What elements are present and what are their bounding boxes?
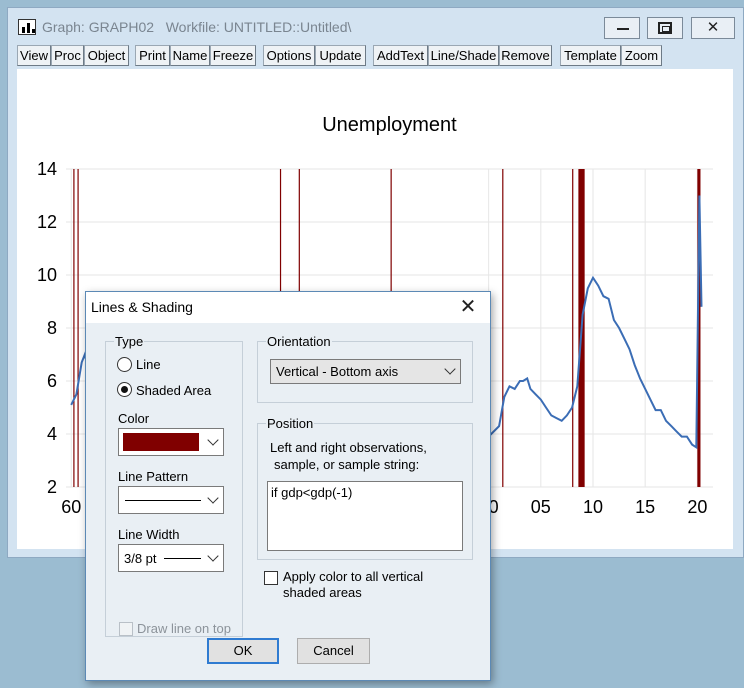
y-tick-label: 4 (47, 424, 57, 444)
ok-button[interactable]: OK (207, 638, 279, 664)
shaded-area-radio[interactable] (117, 382, 132, 397)
graph-toolbar: View Proc Object Print Name Freeze Optio… (17, 45, 737, 67)
x-tick-label: 10 (583, 497, 603, 517)
chevron-down-icon (444, 363, 456, 375)
color-select[interactable] (118, 428, 224, 456)
close-window-button[interactable]: ✕ (691, 17, 735, 39)
apply-all-label-line2: shaded areas (283, 585, 362, 600)
minimize-button[interactable] (604, 17, 640, 39)
type-group-label: Type (114, 334, 145, 349)
minimize-icon (617, 28, 629, 30)
dialog-body: Type Line Shaded Area Color Line Pattern… (86, 323, 490, 680)
line-width-value: 3/8 pt (124, 551, 157, 566)
draw-on-top-label: Draw line on top (137, 621, 231, 636)
dialog-title-bar[interactable]: Lines & Shading ✕ (86, 292, 490, 323)
position-input[interactable]: if gdp<gdp(-1) (267, 481, 463, 551)
dialog-close-button[interactable]: ✕ (448, 296, 488, 320)
orientation-value: Vertical - Bottom axis (276, 364, 399, 379)
maximize-button[interactable] (647, 17, 683, 39)
update-button[interactable]: Update (315, 45, 366, 66)
chevron-down-icon (207, 550, 219, 562)
recession-shade (572, 169, 574, 487)
chevron-down-icon (207, 492, 219, 504)
window-title: Graph: GRAPH02 Workfile: UNTITLED::Untit… (42, 19, 352, 35)
apply-all-label-line1: Apply color to all vertical (283, 569, 424, 584)
line-radio-label: Line (136, 357, 161, 372)
y-tick-label: 14 (37, 159, 57, 179)
view-button[interactable]: View (17, 45, 51, 66)
close-icon: ✕ (706, 19, 720, 36)
print-button[interactable]: Print (135, 45, 170, 66)
addtext-button[interactable]: AddText (373, 45, 428, 66)
line-pattern-label: Line Pattern (118, 469, 189, 484)
options-button[interactable]: Options (263, 45, 315, 66)
name-button[interactable]: Name (170, 45, 210, 66)
graph-app-icon (18, 19, 36, 35)
line-width-label: Line Width (118, 527, 180, 542)
chevron-down-icon (207, 434, 219, 446)
position-description-line2: sample, or sample string: (274, 457, 420, 472)
lines-shading-dialog: Lines & Shading ✕ Type Line Shaded Area … (85, 291, 491, 681)
line-radio[interactable] (117, 357, 132, 372)
y-tick-label: 6 (47, 371, 57, 391)
position-description-line1: Left and right observations, (270, 440, 427, 455)
y-tick-label: 2 (47, 477, 57, 497)
restore-icon (658, 22, 672, 34)
y-tick-label: 8 (47, 318, 57, 338)
shaded-area-radio-label: Shaded Area (136, 383, 212, 398)
remove-button[interactable]: Remove (499, 45, 552, 66)
position-input-value: if gdp<gdp(-1) (271, 485, 353, 500)
line-shade-button[interactable]: Line/Shade (428, 45, 499, 66)
color-label: Color (118, 411, 150, 426)
x-tick-label: 20 (687, 497, 707, 517)
zoom-button[interactable]: Zoom (621, 45, 662, 66)
proc-button[interactable]: Proc (51, 45, 84, 66)
dialog-title: Lines & Shading (91, 299, 193, 315)
cancel-button[interactable]: Cancel (297, 638, 370, 664)
x-tick-label: 15 (635, 497, 655, 517)
position-group-label: Position (266, 416, 315, 431)
orientation-group-label: Orientation (266, 334, 332, 349)
object-button[interactable]: Object (84, 45, 129, 66)
y-tick-label: 10 (37, 265, 57, 285)
draw-on-top-checkbox[interactable] (119, 622, 133, 636)
chart-title: Unemployment (322, 114, 457, 136)
template-button[interactable]: Template (560, 45, 621, 66)
recession-shade (77, 169, 79, 487)
apply-all-checkbox[interactable] (264, 571, 278, 585)
x-tick-label: 60 (61, 497, 81, 517)
y-tick-label: 12 (37, 212, 57, 232)
color-swatch (123, 433, 199, 451)
recession-shade (502, 169, 504, 487)
freeze-button[interactable]: Freeze (210, 45, 256, 66)
line-pattern-select[interactable] (118, 486, 224, 514)
line-width-sample (164, 558, 201, 559)
recession-shade (73, 169, 75, 487)
orientation-select[interactable]: Vertical - Bottom axis (270, 359, 461, 384)
x-tick-label: 05 (531, 497, 551, 517)
line-width-select[interactable]: 3/8 pt (118, 544, 224, 572)
solid-line-pattern (125, 500, 201, 501)
title-bar[interactable]: Graph: GRAPH02 Workfile: UNTITLED::Untit… (8, 8, 743, 44)
